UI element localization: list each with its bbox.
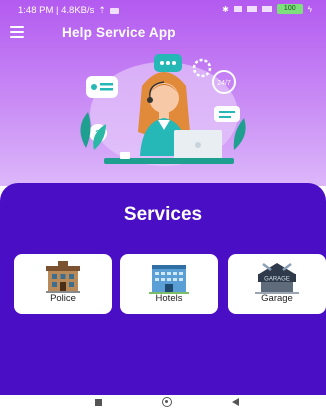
signal-icon [246,6,257,12]
hamburger-menu-icon[interactable] [10,26,24,38]
status-bar: 1:48 PM | 4.8KB/s ⇡ ✱ 100 ϟ [0,0,326,20]
notification-icon [109,7,119,14]
upload-icon: ⇡ [98,5,106,15]
service-label-garage: Garage [261,293,293,304]
services-panel: Services Police Hotels GARAGE Garage [0,183,326,395]
home-icon[interactable] [162,397,172,407]
app-title: Help Service App [62,25,176,40]
status-time: 1:48 PM | 4.8KB/s [18,5,95,16]
service-label-police: Police [50,293,76,304]
recents-icon[interactable] [95,399,102,406]
vibrate-icon [233,6,242,12]
bluetooth-icon: ✱ [222,4,229,14]
system-nav-bar [0,395,326,411]
service-card-police[interactable]: Police [14,254,112,314]
hotel-building-icon [120,260,218,294]
customer-support-illustration: 24/7 ? [64,48,264,178]
badge-24-7: 24/7 [217,80,231,87]
header-area: 1:48 PM | 4.8KB/s ⇡ ✱ 100 ϟ Help Service… [0,0,326,186]
services-title: Services [123,204,203,225]
service-card-hotels[interactable]: Hotels [120,254,218,314]
wifi-icon [261,6,272,12]
back-icon[interactable] [232,398,239,406]
app-bar: Help Service App [0,20,326,48]
garage-icon: GARAGE [228,260,326,294]
police-station-icon [14,260,112,294]
service-card-garage[interactable]: GARAGE Garage [228,254,326,314]
charging-icon: ϟ [307,4,312,14]
battery-indicator: 100 [276,4,303,14]
service-label-hotels: Hotels [155,293,183,304]
garage-sign-text: GARAGE [264,277,290,283]
